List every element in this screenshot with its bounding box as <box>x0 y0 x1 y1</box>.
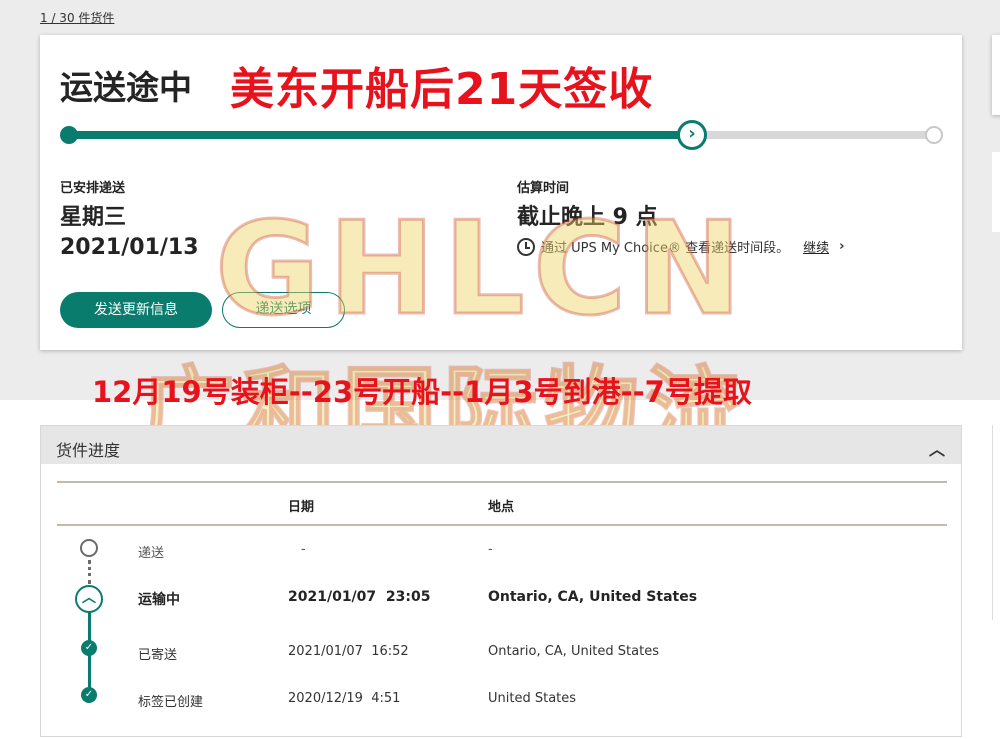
row-status: 递送 <box>138 546 165 561</box>
chevron-up-icon[interactable]: ︿ <box>929 436 945 460</box>
row-status: 标签已创建 <box>138 695 204 710</box>
row-location: Ontario, CA, United States <box>488 589 698 605</box>
row-date: 2020/12/19 4:51 <box>288 691 401 706</box>
column-header-location: 地点 <box>488 500 515 515</box>
timeline-check-icon: ✓ <box>81 640 97 656</box>
progress-panel-title: 货件进度 <box>56 441 121 460</box>
estimate-label: 估算时间 <box>517 181 570 196</box>
next-shipment-card-edge[interactable] <box>992 35 1000 115</box>
timeline-check-icon: ✓ <box>81 687 97 703</box>
watermark-logo: GHLCN <box>214 194 750 346</box>
row-location: United States <box>488 691 577 706</box>
continue-link[interactable]: 继续 <box>803 237 829 256</box>
row-date: 2021/01/07 23:05 <box>288 589 431 605</box>
progress-current-chevron-icon: › <box>677 120 707 150</box>
row-status: 已寄送 <box>138 648 178 663</box>
progress-end-dot <box>925 126 943 144</box>
scheduled-label: 已安排递送 <box>60 181 126 196</box>
timeline-pending-icon <box>80 539 98 557</box>
progress-track <box>68 131 942 139</box>
status-title: 运送途中 <box>60 68 192 107</box>
chevron-right-icon[interactable]: › <box>839 239 844 254</box>
progress-start-dot <box>60 126 78 144</box>
table-header-divider <box>57 524 947 526</box>
scheduled-day: 星期三 <box>60 205 127 230</box>
row-date: - <box>301 542 306 557</box>
progress-panel-header[interactable]: 货件进度 ︿ <box>41 426 961 464</box>
next-shipment-card-edge-2 <box>992 152 1000 232</box>
next-panel-edge <box>992 425 1000 620</box>
column-header-date: 日期 <box>288 500 315 515</box>
overlay-headline: 美东开船后21天签收 <box>230 64 654 115</box>
send-updates-button[interactable]: 发送更新信息 <box>60 292 212 328</box>
timeline-dotted-connector <box>88 560 91 584</box>
table-top-divider <box>57 481 947 483</box>
row-status: 运输中 <box>138 592 180 608</box>
overlay-timeline-text: 12月19号装柜--23号开船--1月3号到港--7号提取 <box>92 375 752 409</box>
scheduled-date: 2021/01/13 <box>60 235 199 260</box>
shipment-progress-panel: 货件进度 ︿ 日期 地点 ︿ ✓ ✓ 递送 - - 运输中 2021/01/07… <box>40 425 962 737</box>
row-location: - <box>488 542 493 557</box>
timeline-current-chevron-icon: ︿ <box>75 585 103 613</box>
row-location: Ontario, CA, United States <box>488 644 659 659</box>
progress-fill <box>68 131 698 139</box>
row-date: 2021/01/07 16:52 <box>288 644 409 659</box>
shipment-pager-link[interactable]: 1 / 30 件货件 <box>40 9 114 26</box>
